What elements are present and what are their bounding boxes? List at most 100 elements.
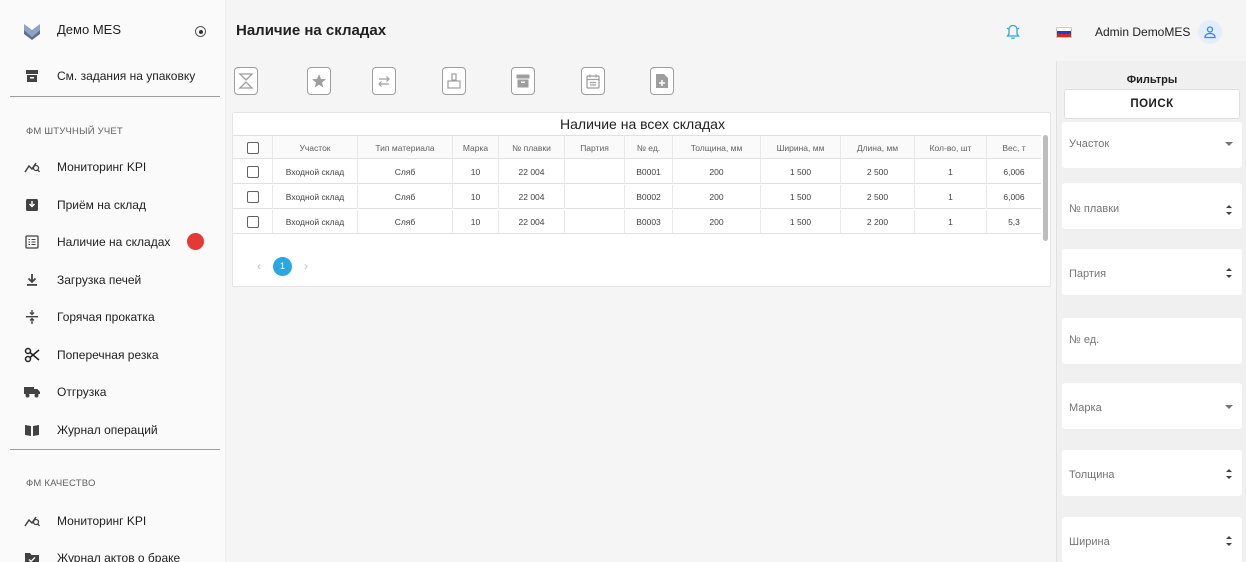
next-page-button[interactable]: › xyxy=(300,259,312,273)
star-icon[interactable] xyxy=(307,67,331,95)
row-checkbox[interactable] xyxy=(247,216,259,228)
filter-label: Ширина xyxy=(1069,536,1110,548)
table-cell: Сляб xyxy=(358,160,453,184)
pagination: ‹ 1 › xyxy=(253,256,312,276)
table-cell: Сляб xyxy=(358,185,453,209)
row-checkbox[interactable] xyxy=(247,166,259,178)
column-header[interactable]: Кол-во, шт xyxy=(915,136,987,160)
table-cell: 22 004 xyxy=(499,160,565,184)
section-title: ФМ ШТУЧНЫЙ УЧЕТ xyxy=(26,126,123,137)
column-header[interactable]: Партия xyxy=(565,136,625,160)
spinner-icon[interactable] xyxy=(1225,534,1233,548)
sidebar-item-defect-reports[interactable]: Журнал актов о браке xyxy=(0,540,226,562)
column-header[interactable]: Участок xyxy=(273,136,358,160)
filter-section-select[interactable]: Участок xyxy=(1062,122,1242,168)
column-header[interactable]: Длина, мм xyxy=(841,136,915,160)
spinner-icon[interactable] xyxy=(1225,266,1233,280)
select-all-checkbox[interactable] xyxy=(247,142,259,154)
sidebar-item-stock[interactable]: Наличие на складах xyxy=(0,224,226,260)
sidebar-toggle-icon[interactable] xyxy=(195,26,206,37)
brand[interactable]: Демо MES xyxy=(0,0,226,60)
chevron-down-icon xyxy=(1225,142,1233,146)
column-header[interactable]: № ед. xyxy=(625,136,673,160)
sidebar-item-receiving[interactable]: Приём на склад xyxy=(0,187,226,223)
table-cell: 1 500 xyxy=(761,185,841,209)
page-button-current[interactable]: 1 xyxy=(273,256,292,276)
brand-title: Демо MES xyxy=(57,22,121,37)
column-header[interactable]: Ширина, мм xyxy=(761,136,841,160)
bell-icon[interactable] xyxy=(1006,24,1020,40)
page-title: Наличие на складах xyxy=(236,22,387,39)
column-header[interactable]: Тип материала xyxy=(358,136,453,160)
user-name[interactable]: Admin DemoMES xyxy=(1095,25,1190,39)
filter-grade-select[interactable]: Марка xyxy=(1062,383,1242,429)
filter-unit-number[interactable]: № ед. xyxy=(1062,318,1242,364)
row-checkbox[interactable] xyxy=(247,191,259,203)
table-cell: B0003 xyxy=(625,210,673,234)
filter-label: Партия xyxy=(1069,268,1107,280)
column-header[interactable]: № плавки xyxy=(499,136,565,160)
language-flag-icon[interactable] xyxy=(1056,27,1072,38)
sidebar-item-furnace[interactable]: Загрузка печей xyxy=(0,262,226,298)
sidebar-item-quality-kpi[interactable]: Мониторинг KPI xyxy=(0,503,226,539)
sidebar-item-cross-cut[interactable]: Поперечная резка xyxy=(0,337,226,373)
folder-check-icon xyxy=(24,550,40,562)
table-scrollbar[interactable] xyxy=(1043,135,1048,241)
spinner-icon[interactable] xyxy=(1225,467,1233,481)
sidebar-item-hot-rolling[interactable]: Горячая прокатка xyxy=(0,299,226,335)
archive-icon[interactable] xyxy=(511,67,535,95)
book-icon xyxy=(24,422,40,438)
scales-icon[interactable] xyxy=(234,67,258,95)
filters-panel: Фильтры ПОИСК Участок № плавки Партия № … xyxy=(1056,61,1246,562)
table-cell: 2 500 xyxy=(841,160,915,184)
add-document-icon[interactable] xyxy=(650,67,674,95)
column-header[interactable]: Марка xyxy=(453,136,499,160)
sidebar-item-label: Мониторинг KPI xyxy=(57,514,147,528)
weight-icon[interactable] xyxy=(442,67,466,95)
search-button[interactable]: ПОИСК xyxy=(1064,89,1240,119)
column-header[interactable]: Вес, т xyxy=(987,136,1041,160)
avatar[interactable] xyxy=(1198,20,1222,44)
prev-page-button[interactable]: ‹ xyxy=(253,259,265,273)
sidebar-item-label: Мониторинг KPI xyxy=(57,160,147,174)
table-cell: Входной склад xyxy=(273,160,358,184)
table-cell: 10 xyxy=(453,210,499,234)
sidebar: Демо MES См. задания на упаковку ФМ ШТУЧ… xyxy=(0,0,226,562)
calendar-icon[interactable] xyxy=(581,67,605,95)
filter-thickness[interactable]: Толщина xyxy=(1062,450,1242,496)
table-cell: B0001 xyxy=(625,160,673,184)
table-row[interactable]: Входной склад Сляб 10 22 004 B0003 200 1… xyxy=(233,210,1041,234)
filter-label: Участок xyxy=(1069,138,1110,150)
table-title: Наличие на всех складах xyxy=(560,116,725,132)
table-cell xyxy=(565,160,625,184)
filter-batch[interactable]: Партия xyxy=(1062,249,1242,295)
table-cell: Входной склад xyxy=(273,185,358,209)
table-cell: 1 xyxy=(915,160,987,184)
filter-width[interactable]: Ширина xyxy=(1062,517,1242,562)
sidebar-item-kpi[interactable]: Мониторинг KPI xyxy=(0,149,226,185)
sidebar-item-label: Наличие на складах xyxy=(57,235,171,249)
download-icon xyxy=(24,272,40,288)
table-cell: Входной склад xyxy=(273,210,358,234)
sidebar-item-shipping[interactable]: Отгрузка xyxy=(0,374,226,410)
filter-heat-number[interactable]: № плавки xyxy=(1062,183,1242,229)
divider xyxy=(10,449,220,450)
column-header[interactable]: Толщина, мм xyxy=(673,136,761,160)
spinner-icon[interactable] xyxy=(1225,203,1233,217)
filters-title: Фильтры xyxy=(1126,74,1178,86)
table-cell: 2 500 xyxy=(841,185,915,209)
table-row[interactable]: Входной склад Сляб 10 22 004 B0002 200 1… xyxy=(233,185,1041,209)
table-cell: 200 xyxy=(673,185,761,209)
sidebar-item-packing-tasks[interactable]: См. задания на упаковку xyxy=(0,58,226,94)
table-cell: 1 500 xyxy=(761,210,841,234)
divider xyxy=(10,96,220,97)
sidebar-item-label: Приём на склад xyxy=(57,198,146,212)
sidebar-item-journal[interactable]: Журнал операций xyxy=(0,412,226,448)
table-row[interactable]: Входной склад Сляб 10 22 004 B0001 200 1… xyxy=(233,160,1041,184)
transfer-icon[interactable] xyxy=(372,67,396,95)
table-cell: 22 004 xyxy=(499,185,565,209)
sidebar-item-label: Отгрузка xyxy=(57,385,107,399)
filter-label: Толщина xyxy=(1069,469,1115,481)
table-cell: B0002 xyxy=(625,185,673,209)
sidebar-item-label: Горячая прокатка xyxy=(57,310,155,324)
